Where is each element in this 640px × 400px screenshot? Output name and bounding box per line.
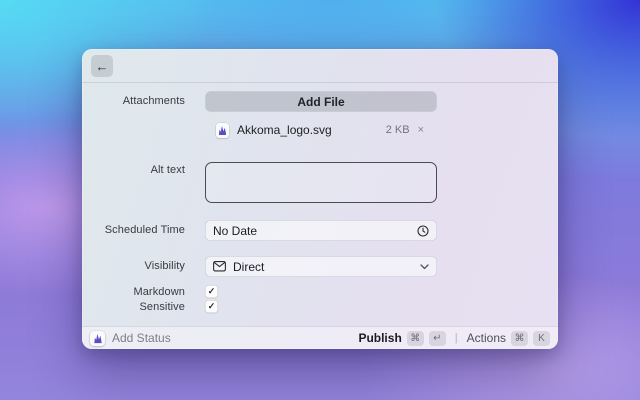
sensitive-label: Sensitive bbox=[139, 301, 185, 313]
command-key-icon: ⌘ bbox=[511, 330, 528, 346]
attachment-filesize: 2 KB bbox=[385, 124, 410, 136]
remove-attachment-button[interactable]: × bbox=[418, 124, 424, 136]
visibility-label: Visibility bbox=[144, 260, 185, 272]
command-key-icon: ⌘ bbox=[406, 330, 424, 346]
checkmark-icon: ✓ bbox=[207, 301, 216, 311]
markdown-label: Markdown bbox=[133, 286, 185, 298]
attachment-filename: Akkoma_logo.svg bbox=[237, 123, 332, 137]
clock-icon bbox=[417, 224, 429, 237]
attachments-label: Attachments bbox=[122, 95, 185, 107]
k-key-icon: K bbox=[533, 330, 550, 346]
envelope-icon bbox=[213, 261, 226, 272]
window-mode-label: Add Status bbox=[112, 331, 171, 345]
file-type-icon bbox=[216, 122, 229, 138]
alt-text-label: Alt text bbox=[150, 164, 185, 176]
scheduled-time-field[interactable]: No Date bbox=[205, 220, 437, 241]
footer-bar: Add Status Publish ⌘ ↵ | Actions ⌘ K bbox=[82, 326, 558, 349]
actions-label: Actions bbox=[466, 331, 506, 345]
back-arrow-icon: ← bbox=[95, 58, 109, 74]
chevron-down-icon bbox=[420, 263, 429, 269]
scheduled-time-label: Scheduled Time bbox=[104, 224, 185, 236]
add-file-button[interactable]: Add File bbox=[205, 91, 437, 112]
attachment-row: Akkoma_logo.svg 2 KB × bbox=[205, 120, 437, 140]
actions-button[interactable]: Actions ⌘ K bbox=[466, 330, 550, 346]
markdown-checkbox[interactable]: ✓ bbox=[205, 285, 218, 298]
add-file-label: Add File bbox=[297, 94, 345, 109]
footer-divider: | bbox=[454, 332, 458, 344]
alt-text-input[interactable] bbox=[205, 162, 437, 203]
back-button[interactable]: ← bbox=[91, 55, 113, 77]
sensitive-checkbox[interactable]: ✓ bbox=[205, 300, 218, 313]
return-key-icon: ↵ bbox=[428, 330, 446, 346]
checkmark-icon: ✓ bbox=[207, 286, 216, 296]
app-icon bbox=[90, 330, 105, 346]
akkoma-mascot-icon bbox=[93, 333, 102, 343]
visibility-value: Direct bbox=[233, 259, 265, 274]
scheduled-time-value: No Date bbox=[213, 223, 258, 238]
publish-button[interactable]: Publish ⌘ ↵ bbox=[358, 330, 446, 346]
desktop-wallpaper: ← Attachments Add File Akkoma_logo.svg 2… bbox=[0, 0, 640, 400]
akkoma-mascot-icon bbox=[218, 125, 227, 135]
compose-window: ← Attachments Add File Akkoma_logo.svg 2… bbox=[82, 49, 558, 349]
titlebar: ← bbox=[82, 49, 558, 83]
publish-label: Publish bbox=[358, 331, 402, 345]
visibility-select[interactable]: Direct bbox=[205, 256, 437, 277]
